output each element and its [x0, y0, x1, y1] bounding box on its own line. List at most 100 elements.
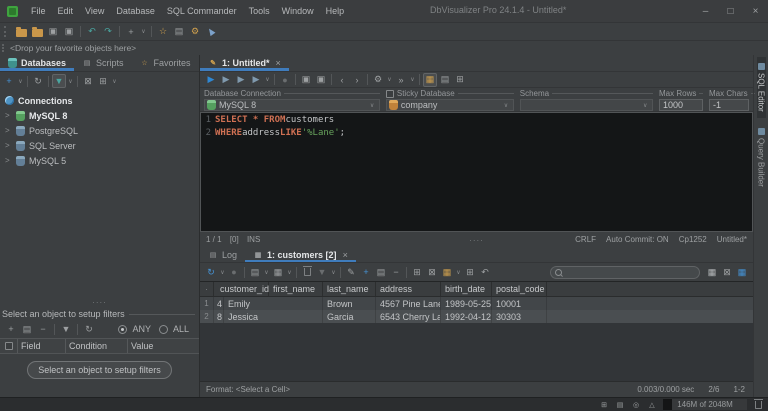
cell-address[interactable]: 6543 Cherry Lane — [376, 310, 441, 323]
target-status-icon[interactable]: ◎ — [631, 398, 641, 411]
column-header-postal-code[interactable]: postal_code — [492, 282, 547, 296]
remove-row-button[interactable]: − — [389, 265, 403, 279]
grid-view-caret-icon[interactable]: ∨ — [286, 265, 293, 279]
column-header-customer-id[interactable]: customer_id — [214, 282, 269, 296]
expand-chevron-icon[interactable]: > — [5, 141, 12, 150]
schema-select[interactable]: ∨ — [519, 99, 653, 111]
cell-birth-date[interactable]: 1989-05-25 — [441, 297, 492, 310]
execute-button[interactable]: ▶ — [204, 73, 218, 87]
warning-status-icon[interactable]: △ — [647, 398, 657, 411]
execute-buffer-button[interactable]: ▶ — [234, 73, 248, 87]
refresh-tree-button[interactable]: ↻ — [31, 74, 45, 88]
grid-search-input[interactable] — [550, 265, 700, 279]
cell-postal-code[interactable]: 10001 — [492, 297, 547, 310]
disconnect-button[interactable]: ↷ — [101, 25, 115, 39]
cell-customer-id[interactable]: 4 — [214, 297, 224, 310]
save-sql-button[interactable]: ▣ — [299, 73, 313, 87]
add-connection-button[interactable]: + — [2, 74, 16, 88]
show-grid-output-button[interactable]: ▦ — [423, 72, 437, 87]
tree-item-postgresql[interactable]: > PostgreSQL — [0, 123, 199, 138]
remove-filter-button[interactable]: − — [36, 322, 50, 336]
encoding-status[interactable]: Cp1252 — [679, 235, 707, 244]
table-row[interactable]: 2 8 Jessica Garcia 6543 Cherry Lane 1992… — [200, 310, 753, 323]
expand-all-button[interactable]: ⊠ — [81, 74, 95, 88]
row-number[interactable]: 2 — [200, 310, 214, 323]
save-sql-as-button[interactable]: ▣ — [314, 73, 328, 87]
menu-tools[interactable]: Tools — [243, 6, 276, 16]
row-number[interactable]: 1 — [200, 297, 214, 310]
cell-postal-code[interactable]: 30303 — [492, 310, 547, 323]
tree-root-connections[interactable]: Connections — [0, 93, 199, 108]
duplicate-row-button[interactable]: ▤ — [374, 265, 388, 279]
tab-log[interactable]: ▤ Log — [200, 247, 245, 262]
show-text-output-button[interactable]: ▤ — [438, 73, 452, 87]
explain-plan-button[interactable]: ⚙ — [371, 73, 385, 87]
open-file-button[interactable] — [14, 25, 28, 39]
menu-window[interactable]: Window — [276, 6, 320, 16]
menu-file[interactable]: File — [25, 6, 52, 16]
checkbox-icon[interactable] — [4, 342, 13, 350]
minimize-button[interactable]: – — [693, 0, 718, 22]
stop-button[interactable]: ● — [278, 73, 292, 87]
expand-chevron-icon[interactable]: > — [5, 111, 12, 120]
delete-rows-button[interactable] — [300, 265, 314, 279]
database-select[interactable]: company ∨ — [385, 99, 514, 111]
show-chart-output-button[interactable]: ⊞ — [453, 73, 467, 87]
export-caret-icon[interactable]: ∨ — [263, 265, 270, 279]
maximize-button[interactable]: □ — [718, 0, 743, 22]
collapse-all-button[interactable]: ⊞ — [96, 74, 110, 88]
menu-help[interactable]: Help — [320, 6, 351, 16]
cell-customer-id[interactable]: 8 — [214, 310, 224, 323]
execute-current-button[interactable]: ▶ — [249, 73, 263, 87]
filter-tree-button[interactable]: ▼ — [52, 74, 66, 88]
explain-caret-icon[interactable]: ∨ — [386, 73, 393, 87]
max-chars-input[interactable]: -1 — [709, 99, 749, 111]
any-radio[interactable] — [118, 324, 128, 334]
collapse-caret-icon[interactable]: ∨ — [111, 74, 118, 88]
undo-edit-button[interactable]: ↶ — [478, 265, 492, 279]
apply-filter-button[interactable]: ▼ — [59, 322, 73, 336]
filter-result-button[interactable]: ▼ — [315, 265, 329, 279]
column-setup-button[interactable]: ▦ — [735, 265, 749, 279]
menu-edit[interactable]: Edit — [52, 6, 80, 16]
column-header-first-name[interactable]: first_name — [269, 282, 323, 296]
reload-result-button[interactable]: ↻ — [204, 265, 218, 279]
column-header-birth-date[interactable]: birth_date — [441, 282, 492, 296]
close-button[interactable]: × — [743, 0, 768, 22]
clear-search-button[interactable]: ⊠ — [720, 265, 734, 279]
sql-editor[interactable]: 1 SELECT * FROM customers 2 WHERE addres… — [200, 112, 753, 232]
tab-scripts[interactable]: ▤ Scripts — [74, 55, 132, 71]
cell-first-name[interactable]: Jessica — [224, 310, 323, 323]
line-ending-status[interactable]: CRLF — [575, 235, 596, 244]
cell-first-name[interactable]: Emily — [224, 297, 323, 310]
table-row[interactable]: 1 4 Emily Brown 4567 Pine Lane 1989-05-2… — [200, 297, 753, 310]
commit-caret-icon[interactable]: ∨ — [409, 73, 416, 87]
tree-item-sqlserver[interactable]: > SQL Server — [0, 138, 199, 153]
save-as-button[interactable]: ▣ — [62, 25, 76, 39]
expand-chevron-icon[interactable]: > — [5, 156, 12, 165]
rows-status-icon[interactable]: ▤ — [615, 398, 625, 411]
close-tab-icon[interactable]: × — [343, 250, 348, 260]
cell-address[interactable]: 4567 Pine Lane — [376, 297, 441, 310]
column-header-address[interactable]: address — [376, 282, 441, 296]
cell-last-name[interactable]: Brown — [323, 297, 376, 310]
wizard-button[interactable]: ☆ — [156, 25, 170, 39]
grid-view-button[interactable]: ▦ — [271, 265, 285, 279]
memory-indicator[interactable]: 146M of 2048M — [663, 399, 747, 410]
add-connection-caret-icon[interactable]: ∨ — [17, 74, 24, 88]
new-folder-button[interactable] — [30, 25, 44, 39]
all-radio[interactable] — [158, 324, 168, 334]
stop-load-button[interactable]: ● — [227, 265, 241, 279]
select-object-button[interactable]: Select an object to setup filters — [27, 361, 172, 379]
insert-row-button[interactable]: + — [359, 265, 373, 279]
grid-status-icon[interactable]: ⊞ — [599, 398, 609, 411]
tab-favorites[interactable]: ☆ Favorites — [132, 55, 199, 71]
script-row-button[interactable]: ⊞ — [410, 265, 424, 279]
autocommit-status[interactable]: Auto Commit: ON — [606, 235, 669, 244]
export-button[interactable]: ▤ — [248, 265, 262, 279]
edit-cell-button[interactable]: ✎ — [344, 265, 358, 279]
tree-item-mysql5[interactable]: > MySQL 5 — [0, 153, 199, 168]
max-rows-input[interactable]: 1000 — [659, 99, 703, 111]
toolbar-drag-handle[interactable] — [4, 26, 9, 37]
column-header-last-name[interactable]: last_name — [323, 282, 376, 296]
